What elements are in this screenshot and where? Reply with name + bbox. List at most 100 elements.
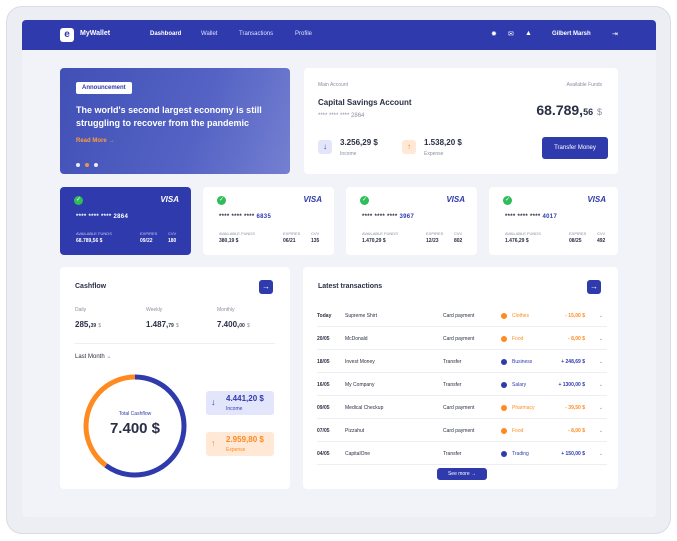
card-funds-label: AVAILABLE FUNDS bbox=[219, 231, 255, 236]
weekly-currency: $ bbox=[176, 323, 179, 329]
account-masked: **** **** **** bbox=[318, 113, 350, 119]
mail-icon[interactable]: ✉ bbox=[508, 30, 514, 38]
bank-card-2[interactable]: ✓ VISA **** **** **** 6835 AVAILABLE FUN… bbox=[203, 187, 334, 255]
chevron-down-icon[interactable]: ⌄ bbox=[599, 313, 603, 319]
monthly-label: Monthly bbox=[217, 307, 235, 313]
income-total-label: Income bbox=[226, 406, 243, 412]
card-last4: 6835 bbox=[256, 214, 272, 220]
chevron-down-icon[interactable]: ⌄ bbox=[599, 359, 603, 365]
transaction-category: Clothes bbox=[512, 313, 529, 319]
carousel-dot-active[interactable] bbox=[85, 163, 89, 167]
income-label: Income bbox=[340, 151, 357, 157]
category-dot bbox=[501, 451, 507, 457]
transaction-row[interactable]: 07/05 Pizzahut Card payment Food - 8,00 $ ⌄ bbox=[317, 420, 607, 442]
transaction-amount: + 248,69 $ bbox=[561, 359, 585, 365]
card-expires-label: EXPIRES bbox=[140, 231, 158, 236]
category-dot bbox=[501, 313, 507, 319]
transaction-date: Today bbox=[317, 313, 332, 319]
transaction-row[interactable]: 16/05 My Company Transfer Salary + 1300,00 $… bbox=[317, 374, 607, 396]
user-name[interactable]: Gilbert Marsh bbox=[552, 31, 591, 37]
expense-label: Expense bbox=[424, 151, 444, 157]
period-filter-dropdown[interactable]: Last Month ⌄ bbox=[75, 353, 111, 360]
category-dot bbox=[501, 336, 507, 342]
category-dot bbox=[501, 382, 507, 388]
chevron-down-icon[interactable]: ⌄ bbox=[599, 382, 603, 388]
transaction-date: 07/05 bbox=[317, 428, 330, 434]
check-icon: ✓ bbox=[217, 196, 226, 205]
transactions-arrow-right-icon[interactable]: → bbox=[587, 280, 601, 294]
weekly-label: Weekly bbox=[146, 307, 163, 313]
wallet-logo-icon[interactable]: e bbox=[60, 28, 74, 42]
income-arrow-down-icon: ↓ bbox=[318, 140, 332, 154]
transaction-amount: - 8,00 $ bbox=[568, 428, 585, 434]
see-more-button[interactable]: See more → bbox=[437, 468, 487, 480]
card-expires-label: EXPIRES bbox=[426, 231, 444, 236]
read-more-label: Read More bbox=[76, 138, 107, 144]
carousel-dots bbox=[76, 154, 103, 172]
settings-icon[interactable]: ✹ bbox=[491, 30, 497, 38]
transaction-name: Pizzahut bbox=[345, 428, 365, 434]
weekly-amount: 1.487, bbox=[146, 320, 169, 329]
transaction-row[interactable]: Today Supreme Shirt Card payment Clothes - 1… bbox=[317, 305, 607, 327]
card-cvv: 802 bbox=[454, 238, 463, 244]
nav-wallet[interactable]: Wallet bbox=[201, 31, 217, 37]
transaction-date: 09/05 bbox=[317, 405, 330, 411]
weekly-cents: 79 bbox=[168, 323, 174, 329]
daily-label: Daily bbox=[75, 307, 87, 313]
bank-card-4[interactable]: ✓ VISA **** **** **** 4017 AVAILABLE FUN… bbox=[489, 187, 618, 255]
category-dot bbox=[501, 428, 507, 434]
transaction-row[interactable]: 09/05 Medical Checkup Card payment Pharmacy… bbox=[317, 397, 607, 419]
carousel-dot[interactable] bbox=[94, 163, 98, 167]
transaction-date: 16/05 bbox=[317, 382, 330, 388]
nav-profile[interactable]: Profile bbox=[295, 31, 312, 37]
chevron-down-icon[interactable]: ⌄ bbox=[599, 428, 603, 434]
announcement-badge: Announcement bbox=[76, 82, 132, 94]
chevron-down-icon[interactable]: ⌄ bbox=[599, 405, 603, 411]
transaction-date: 04/05 bbox=[317, 451, 330, 457]
bank-card-3[interactable]: ✓ VISA **** **** **** 3967 AVAILABLE FUN… bbox=[346, 187, 477, 255]
card-cvv-label: CVV bbox=[311, 231, 320, 236]
chevron-down-icon[interactable]: ⌄ bbox=[599, 336, 603, 342]
weekly-value: 1.487,79 $ bbox=[146, 320, 179, 329]
transaction-category: Salary bbox=[512, 382, 527, 388]
cashflow-arrow-right-icon[interactable]: → bbox=[259, 280, 273, 294]
cashflow-title: Cashflow bbox=[75, 283, 107, 290]
bell-icon[interactable]: ▲ bbox=[525, 30, 532, 37]
transaction-category: Business bbox=[512, 359, 533, 365]
brand-name[interactable]: MyWallet bbox=[80, 30, 110, 37]
transaction-category: Food bbox=[512, 428, 524, 434]
nav-dashboard[interactable]: Dashboard bbox=[150, 31, 181, 37]
monthly-amount: 7.400, bbox=[217, 320, 240, 329]
transaction-method: Card payment bbox=[443, 336, 475, 342]
card-last4: 4017 bbox=[542, 214, 558, 220]
read-more-link[interactable]: Read More → bbox=[76, 138, 114, 144]
transaction-method: Card payment bbox=[443, 405, 475, 411]
expense-arrow-up-icon: ↑ bbox=[211, 438, 216, 448]
transaction-method: Transfer bbox=[443, 359, 462, 365]
transfer-money-button[interactable]: Transfer Money bbox=[542, 137, 608, 159]
daily-amount: 285, bbox=[75, 320, 91, 329]
transaction-row[interactable]: 04/05 CapitalOne Transfer Trading + 150,00 $… bbox=[317, 443, 607, 465]
chevron-down-icon[interactable]: ⌄ bbox=[599, 451, 603, 457]
card-masked: **** **** **** bbox=[219, 214, 255, 220]
total-cashflow-value: 7.400 $ bbox=[109, 420, 161, 437]
bank-card-1[interactable]: ✓ VISA **** **** **** 2864 AVAILABLE FUN… bbox=[60, 187, 191, 255]
transaction-name: Medical Checkup bbox=[345, 405, 384, 411]
card-cvv-label: CVV bbox=[168, 231, 177, 236]
transaction-name: McDonald bbox=[345, 336, 368, 342]
nav-transactions[interactable]: Transactions bbox=[239, 31, 273, 37]
logout-icon[interactable]: ⇥ bbox=[612, 30, 618, 38]
card-expires: 12/23 bbox=[426, 238, 439, 244]
income-arrow-down-icon: ↓ bbox=[211, 397, 216, 407]
transaction-name: Invest Money bbox=[345, 359, 375, 365]
transaction-method: Transfer bbox=[443, 382, 462, 388]
card-funds: 68.789,56 $ bbox=[76, 238, 103, 244]
transaction-row[interactable]: 18/05 Invest Money Transfer Business + 248,6… bbox=[317, 351, 607, 373]
transaction-category: Pharmacy bbox=[512, 405, 535, 411]
transaction-row[interactable]: 20/05 McDonald Card payment Food - 8,00 $ ⌄ bbox=[317, 328, 607, 350]
carousel-dot[interactable] bbox=[76, 163, 80, 167]
transaction-date: 20/05 bbox=[317, 336, 330, 342]
card-funds-label: AVAILABLE FUNDS bbox=[76, 231, 112, 236]
daily-value: 285,39 $ bbox=[75, 320, 101, 329]
chevron-down-icon: ⌄ bbox=[106, 354, 112, 360]
